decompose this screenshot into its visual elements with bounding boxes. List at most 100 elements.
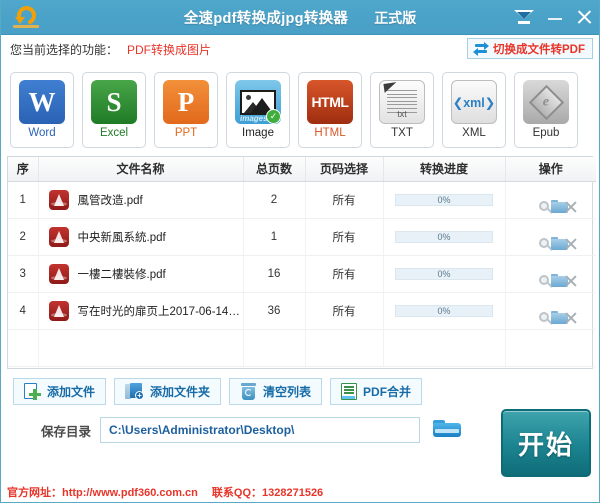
clear-list-label: 清空列表	[263, 385, 312, 399]
progress-bar: 0%	[395, 230, 493, 243]
cell-filename: 風管改造.pdf	[39, 189, 243, 210]
cell-filename: 一樓二樓裝修.pdf	[39, 263, 243, 284]
epub-diamond-icon: e	[528, 84, 564, 120]
minimize-to-tray-icon	[514, 9, 534, 27]
cell-index: 3	[8, 255, 39, 293]
switch-to-file-to-pdf-button[interactable]: 切换成文件转PDF	[467, 38, 593, 59]
table-row-empty	[8, 329, 596, 367]
format-tile-word[interactable]: W Word	[10, 71, 74, 148]
merge-pdf-button[interactable]: PDF合并	[330, 378, 423, 405]
format-tile-html[interactable]: HTML HTML	[298, 71, 362, 148]
epub-icon: e	[523, 80, 569, 124]
cell-page-select[interactable]: 所有	[305, 292, 384, 330]
add-folder-button[interactable]: + 添加文件夹	[114, 378, 222, 405]
progress-bar: 0%	[395, 193, 493, 206]
format-tile-label-image: Image	[242, 127, 274, 139]
file-list-table: 序 文件名称 总页数 页码选择 转换进度 操作 1 風管改造.pdf 2 所有 …	[7, 156, 596, 369]
status-bar: 官方网址：http://www.pdf360.com.cn 联系QQ：13282…	[1, 482, 599, 502]
pdf-file-icon	[48, 300, 69, 321]
app-title: 全速pdf转换成jpg转换器	[183, 11, 349, 27]
epub-glyph: e	[542, 94, 550, 109]
txt-glyph: txt	[397, 109, 407, 119]
cell-filename: 写在时光的扉页上2017-06-14.pdf	[39, 300, 243, 321]
image-icon: images ✓	[235, 80, 281, 124]
start-button-label: 开始	[517, 429, 574, 460]
cell-page-select[interactable]: 所有	[305, 218, 384, 256]
table-header-row: 序 文件名称 总页数 页码选择 转换进度 操作	[8, 157, 596, 182]
format-tile-label-word: Word	[28, 127, 56, 139]
progress-text: 0%	[437, 231, 451, 242]
format-tile-label-html: HTML	[314, 127, 346, 139]
clear-list-button[interactable]: 清空列表	[229, 378, 323, 405]
add-file-button[interactable]: 添加文件	[13, 378, 107, 405]
column-header-page-select[interactable]: 页码选择	[305, 157, 384, 182]
progress-text: 0%	[437, 268, 451, 279]
version-label: 正式版	[374, 9, 417, 26]
window-controls	[514, 0, 593, 35]
format-tile-xml[interactable]: ❮xml❯ XML	[442, 71, 506, 148]
minimize-icon	[547, 10, 563, 26]
cell-page-select[interactable]: 所有	[305, 181, 384, 219]
merge-pdf-label: PDF合并	[363, 385, 412, 399]
format-tile-ppt[interactable]: P PPT	[154, 71, 218, 148]
action-button-bar: 添加文件 + 添加文件夹 清空列表 PDF合并	[1, 369, 599, 405]
table-row[interactable]: 2 中央新風系統.pdf 1 所有 0%	[8, 218, 596, 256]
ppt-icon: P	[163, 80, 209, 124]
table-row[interactable]: 1 風管改造.pdf 2 所有 0%	[8, 181, 596, 219]
start-button[interactable]: 开始	[501, 409, 591, 477]
format-tile-txt[interactable]: txt TXT	[370, 71, 434, 148]
word-glyph: W	[28, 86, 56, 117]
cell-page-select[interactable]: 所有	[305, 255, 384, 293]
add-folder-icon: +	[125, 383, 145, 400]
word-icon: W	[19, 80, 65, 124]
merge-pdf-icon	[341, 383, 358, 400]
current-function-label: 您当前选择的功能：	[10, 42, 119, 57]
html-icon: HTML	[307, 80, 353, 124]
cell-pages: 1	[243, 218, 306, 256]
browse-folder-button[interactable]	[433, 419, 462, 441]
progress-bar: 0%	[395, 304, 493, 317]
progress-text: 0%	[437, 194, 451, 205]
filename-text: 風管改造.pdf	[77, 194, 143, 207]
format-tile-excel[interactable]: S Excel	[82, 71, 146, 148]
xml-icon: ❮xml❯	[451, 80, 497, 124]
pdf-file-icon	[48, 189, 69, 210]
format-tile-bar: W Word S Excel P PPT images ✓ Image HTML…	[1, 63, 599, 156]
selected-check-icon: ✓	[266, 109, 281, 124]
close-icon	[576, 9, 593, 26]
add-file-label: 添加文件	[47, 385, 96, 399]
txt-icon: txt	[379, 80, 425, 124]
format-tile-label-ppt: PPT	[174, 127, 198, 139]
close-button[interactable]	[576, 9, 593, 26]
format-tile-image[interactable]: images ✓ Image	[226, 71, 290, 148]
title-bar-text: 全速pdf转换成jpg转换器 正式版	[1, 0, 599, 35]
filename-text: 写在时光的扉页上2017-06-14.pdf	[77, 305, 243, 318]
column-header-progress[interactable]: 转换进度	[383, 157, 506, 182]
format-tile-epub[interactable]: e Epub	[514, 71, 578, 148]
format-tile-label-txt: TXT	[391, 127, 413, 139]
filename-text: 一樓二樓裝修.pdf	[77, 268, 166, 281]
xml-glyph: ❮xml❯	[452, 95, 496, 110]
table-row[interactable]: 4 写在时光的扉页上2017-06-14.pdf 36 所有 0%	[8, 292, 596, 330]
trash-icon	[240, 383, 257, 400]
txt-corner-icon	[383, 82, 398, 93]
app-window: 全速pdf转换成jpg转换器 正式版 您当前选择的功能： PDF转换成图片 切换…	[0, 0, 600, 503]
minimize-button[interactable]	[547, 10, 563, 26]
format-tile-label-xml: XML	[462, 127, 486, 139]
column-header-index[interactable]: 序	[8, 157, 39, 182]
official-website-text[interactable]: 官方网址：http://www.pdf360.com.cn	[7, 484, 198, 500]
cell-pages: 36	[243, 292, 306, 330]
format-tile-label-excel: Excel	[99, 127, 129, 139]
minimize-to-tray-button[interactable]	[514, 9, 534, 27]
column-header-pages[interactable]: 总页数	[243, 157, 306, 182]
table-row[interactable]: 3 一樓二樓裝修.pdf 16 所有 0%	[8, 255, 596, 293]
contact-qq-text: 联系QQ：1328271526	[211, 487, 324, 499]
column-header-filename[interactable]: 文件名称	[38, 157, 244, 182]
save-path-input[interactable]: C:\Users\Administrator\Desktop\	[100, 417, 421, 443]
cell-filename: 中央新風系統.pdf	[39, 226, 243, 247]
excel-glyph: S	[106, 86, 122, 117]
column-header-actions[interactable]: 操作	[505, 157, 596, 182]
image-glyph: images	[240, 114, 268, 123]
cell-index: 1	[8, 181, 39, 219]
html-glyph: HTML	[311, 94, 349, 110]
